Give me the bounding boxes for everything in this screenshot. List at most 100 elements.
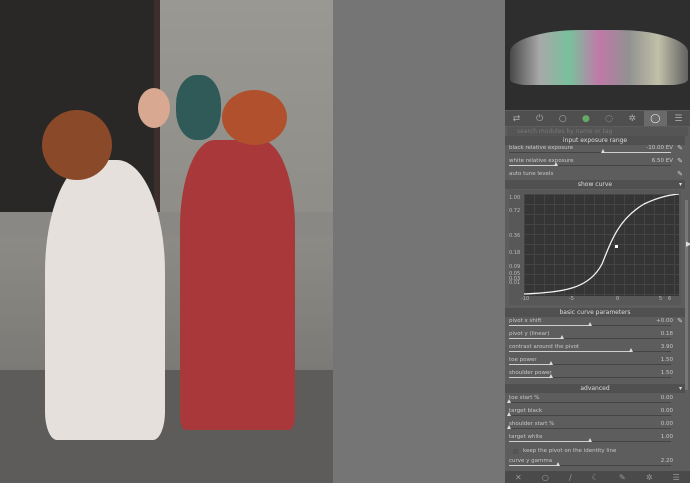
black-exposure-slider[interactable]: black relative exposure -10.00 EV ✎ [509,144,683,157]
collapse-arrow-icon: ▾ [678,385,682,392]
tone-curve [523,193,680,295]
slider-fill [509,338,563,339]
label: shoulder power [509,370,552,376]
module-group-tabs: ⇄ ⏻ ○ ● ◌ ✲ ◯ ☰ [505,111,690,126]
value: 1.50 [660,370,673,376]
slider-toe-power[interactable]: toe power 1.50 [509,357,681,369]
color-picker-icon[interactable]: ✎ [677,170,683,178]
color-icon[interactable]: ● [574,111,597,126]
slider-fill [509,351,631,352]
bridesmaid-dress [180,140,295,430]
bride-head [138,88,170,128]
slider-fill [602,152,671,153]
styles-icon[interactable]: ✲ [646,473,653,482]
label: black relative exposure [509,145,574,151]
section-basic-header: basic curve parameters [505,308,685,317]
label: contrast around the pivot [509,344,580,350]
label: pivot y (linear) [509,331,550,337]
slider-handle[interactable] [549,361,554,365]
slider-handle[interactable] [600,149,605,153]
value: 3.90 [660,344,673,350]
photo-preview[interactable] [0,0,333,483]
value: 0.18 [660,331,673,337]
slider-shoulder-start-[interactable]: shoulder start % 0.00 [507,421,681,433]
slider-contrast-around-the-pivot[interactable]: contrast around the pivot 3.90 [509,344,681,356]
plot-area [523,193,680,296]
slider-track[interactable] [509,402,671,403]
x-tick-label: 0 [616,296,620,302]
y-tick-label: 1.00 [509,195,521,201]
filmic-curve-graph: 1.00 0.72 0.36 0.18 0.09 0.05 0.03 0.01 -10 -5 0 5 6 [509,190,681,305]
slider-handle[interactable] [560,335,565,339]
active-module-icon[interactable]: ◯ [643,111,667,126]
color-picker-icon[interactable]: ✎ [677,144,683,152]
expand-panel-arrow-icon[interactable]: ▶ [686,240,690,248]
slider-handle[interactable] [628,348,633,352]
color-picker-icon[interactable]: ✎ [677,157,683,165]
menu-icon[interactable]: ☰ [667,111,690,126]
y-tick-label: 0.72 [509,208,521,214]
label: white relative exposure [509,158,574,164]
collapse-arrow-icon: ▾ [678,181,682,188]
value: 0.00 [660,408,673,414]
slider-pivot-y-linear-[interactable]: pivot y (linear) 0.18 [509,331,681,343]
pick-icon[interactable]: ✎ [619,473,626,482]
value: +0.00 [656,318,673,324]
label: shoulder start % [509,421,555,427]
circle-icon[interactable]: ○ [551,111,574,126]
slider-toe-start-[interactable]: toe start % 0.00 [507,395,681,407]
more-icon[interactable]: ☰ [673,473,680,482]
bride-dress [45,160,165,440]
show-curve-toggle[interactable]: show curve ▾ [505,180,685,189]
power-icon[interactable]: ⏻ [528,111,551,126]
slider-handle[interactable] [549,374,554,378]
checkbox[interactable] [513,449,518,454]
histogram [505,0,690,110]
slider-handle[interactable] [553,162,558,166]
moon-icon[interactable]: ☾ [592,473,599,482]
slider-track[interactable] [509,415,671,416]
slider-target-white[interactable]: target white 1.00 [509,434,681,446]
search-input[interactable]: search modules by name or tag [507,127,688,136]
slider-handle[interactable] [507,412,511,416]
x-tick-label: -10 [521,296,530,302]
advanced-toggle[interactable]: advanced ▾ [505,384,685,393]
slider-handle[interactable] [507,425,511,429]
label: curve y gamma [509,458,553,464]
bridesmaid-hair [176,75,221,140]
slider-pivot-x-shift[interactable]: pivot x shift +0.00 ✎ [509,317,683,330]
y-tick-label: 0.36 [509,233,521,239]
slider-track[interactable] [509,428,671,429]
x-tick-label: -5 [569,296,574,302]
label: auto tune levels [509,171,554,177]
slider-handle[interactable] [507,399,511,403]
value: 0.00 [660,395,673,401]
correct-icon[interactable]: ◌ [598,111,621,126]
slider-target-black[interactable]: target black 0.00 [507,408,681,420]
value: 1.50 [660,357,673,363]
slider-fill [509,364,552,365]
slider-handle[interactable] [588,438,592,442]
label: show curve [577,181,613,188]
value: -10.00 EV [646,145,673,151]
scrollbar[interactable] [685,200,688,390]
curve-y-gamma-slider[interactable]: curve y gamma 2.20 [509,458,681,470]
slider-fill [509,377,552,378]
slider-fill [509,465,558,466]
brush-icon[interactable]: ∕ [569,473,572,482]
value: 2.20 [660,458,673,464]
reset-icon[interactable]: ✕ [515,473,522,482]
label: target black [509,408,543,414]
white-exposure-slider[interactable]: white relative exposure 6.50 EV ✎ [509,157,683,170]
color-picker-icon[interactable]: ✎ [677,317,683,325]
circle-icon[interactable]: ○ [542,473,549,482]
slider-fill [509,325,590,326]
slider-handle[interactable] [588,322,592,326]
effects-icon[interactable]: ✲ [621,111,644,126]
label: toe power [509,357,537,363]
bouquet [42,110,112,180]
slider-handle[interactable] [555,462,560,466]
presets-icon[interactable]: ⇄ [505,111,528,126]
y-tick-label: 0.09 [509,264,521,270]
slider-shoulder-power[interactable]: shoulder power 1.50 [509,370,681,382]
